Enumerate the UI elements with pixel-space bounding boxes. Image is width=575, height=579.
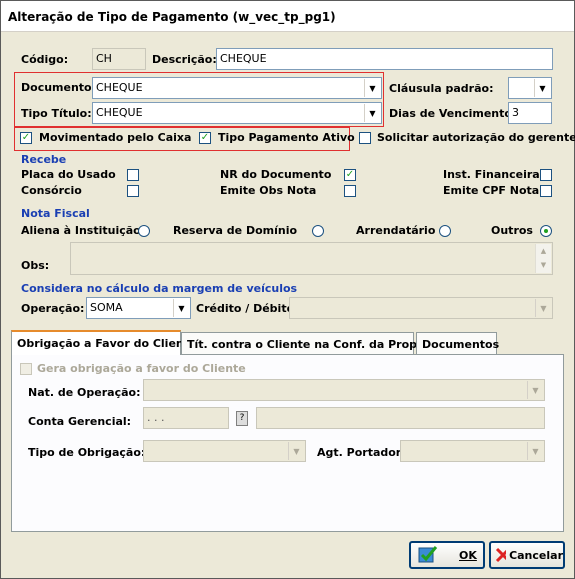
placa-usado-checkbox[interactable] <box>127 169 139 181</box>
chevron-down-icon[interactable]: ▼ <box>364 79 380 97</box>
operacao-value: SOMA <box>90 301 123 314</box>
tipo-obrigacao-label: Tipo de Obrigação: <box>28 446 146 459</box>
nota-fiscal-title: Nota Fiscal <box>21 207 90 220</box>
dias-vencimento-input[interactable]: 3 <box>508 102 552 124</box>
consorcio-label: Consórcio <box>21 184 82 197</box>
conta-gerencial-input[interactable]: . . . <box>143 407 229 429</box>
cancel-x-icon <box>495 547 507 563</box>
dialog-window: Alteração de Tipo de Pagamento (w_vec_tp… <box>0 0 575 579</box>
outros-radio[interactable] <box>540 225 552 237</box>
operacao-select[interactable]: SOMA ▼ <box>86 297 191 319</box>
conta-gerencial-label: Conta Gerencial: <box>28 415 132 428</box>
chevron-down-icon[interactable]: ▼ <box>288 442 304 460</box>
obs-textarea[interactable]: ▲ ▼ <box>70 242 553 275</box>
consorcio-checkbox[interactable] <box>127 185 139 197</box>
recebe-title: Recebe <box>21 153 67 166</box>
tipo-titulo-select[interactable]: CHEQUE ▼ <box>92 102 382 124</box>
codigo-label: Código: <box>21 53 69 66</box>
tipo-pag-ativo-label: Tipo Pagamento Ativo <box>218 131 355 144</box>
ok-button[interactable]: OK <box>409 541 485 569</box>
tab-documentos[interactable]: Documentos <box>416 332 499 354</box>
gera-obrigacao-label: Gera obrigação a favor do Cliente <box>37 362 246 375</box>
arrendatario-label: Arrendatário <box>356 224 436 237</box>
chevron-down-icon[interactable]: ▼ <box>173 299 189 317</box>
documento-label: Documento: <box>21 81 97 94</box>
reserva-label: Reserva de Domínio <box>173 224 298 237</box>
movimentado-label: Movimentado pelo Caixa <box>39 131 192 144</box>
credito-debito-label: Crédito / Débito: <box>196 302 299 315</box>
scrollbar[interactable]: ▲ ▼ <box>535 244 551 273</box>
operacao-label: Operação: <box>21 302 85 315</box>
nr-documento-checkbox[interactable]: ✓ <box>344 169 356 181</box>
emite-cpf-nota-label: Emite CPF Nota <box>443 184 540 197</box>
obs-label: Obs: <box>21 259 50 272</box>
cancel-button[interactable]: Cancelar <box>489 541 565 569</box>
codigo-field: CH <box>92 48 146 70</box>
chevron-down-icon[interactable]: ▼ <box>535 299 551 317</box>
tab-titulos-contra-cliente[interactable]: Tít. contra o Cliente na Conf. da Propos… <box>181 332 444 354</box>
documento-select[interactable]: CHEQUE ▼ <box>92 77 382 99</box>
outros-label: Outros <box>491 224 533 237</box>
lookup-icon[interactable]: ? <box>236 411 248 426</box>
window-title: Alteração de Tipo de Pagamento (w_vec_tp… <box>8 10 336 24</box>
documento-value: CHEQUE <box>96 81 143 94</box>
scroll-up-icon[interactable]: ▲ <box>536 244 551 259</box>
reserva-radio[interactable] <box>312 225 324 237</box>
cancel-label: Cancelar <box>509 548 563 562</box>
emite-obs-nota-label: Emite Obs Nota <box>220 184 317 197</box>
agt-portador-label: Agt. Portador: <box>317 446 406 459</box>
aliena-radio[interactable] <box>138 225 150 237</box>
solicitar-aut-label: Solicitar autorização do gerente <box>377 131 575 144</box>
tab-obrigacao[interactable]: Obrigação a Favor do Cliente <box>11 330 196 355</box>
inst-financeira-checkbox[interactable] <box>540 169 552 181</box>
scroll-down-icon[interactable]: ▼ <box>536 258 551 273</box>
arrendatario-radio[interactable] <box>439 225 451 237</box>
descricao-label: Descrição: <box>152 53 217 66</box>
clausula-select[interactable]: ▼ <box>508 77 552 99</box>
tipo-obrigacao-select[interactable]: ▼ <box>143 440 306 462</box>
chevron-down-icon[interactable]: ▼ <box>527 381 543 399</box>
nat-operacao-select[interactable]: ▼ <box>143 379 545 401</box>
margem-title: Considera no cálculo da margem de veícul… <box>21 282 298 295</box>
ok-check-icon <box>418 546 438 563</box>
tipo-pag-ativo-checkbox[interactable]: ✓ <box>199 132 211 144</box>
chevron-down-icon[interactable]: ▼ <box>364 104 380 122</box>
inst-financeira-label: Inst. Financeira <box>443 168 540 181</box>
movimentado-checkbox[interactable]: ✓ <box>20 132 32 144</box>
clausula-label: Cláusula padrão: <box>389 82 494 95</box>
chevron-down-icon[interactable]: ▼ <box>527 442 543 460</box>
chevron-down-icon[interactable]: ▼ <box>534 79 550 97</box>
emite-obs-nota-checkbox[interactable] <box>344 185 356 197</box>
descricao-input[interactable]: CHEQUE <box>216 48 553 70</box>
title-bar[interactable]: Alteração de Tipo de Pagamento (w_vec_tp… <box>1 1 574 32</box>
gera-obrigacao-checkbox[interactable] <box>20 363 32 375</box>
emite-cpf-nota-checkbox[interactable] <box>540 185 552 197</box>
credito-debito-select[interactable]: ▼ <box>289 297 553 319</box>
nr-documento-label: NR do Documento <box>220 168 332 181</box>
placa-usado-label: Placa do Usado <box>21 168 116 181</box>
ok-label: OK <box>459 548 477 562</box>
dias-vencimento-label: Dias de Vencimento: <box>389 107 517 120</box>
agt-portador-select[interactable]: ▼ <box>400 440 545 462</box>
solicitar-aut-checkbox[interactable] <box>359 132 371 144</box>
aliena-label: Aliena à Instituição <box>21 224 141 237</box>
conta-gerencial-desc <box>256 407 545 429</box>
nat-operacao-label: Nat. de Operação: <box>28 386 141 399</box>
tipo-titulo-value: CHEQUE <box>96 106 143 119</box>
tipo-titulo-label: Tipo Título: <box>21 107 92 120</box>
